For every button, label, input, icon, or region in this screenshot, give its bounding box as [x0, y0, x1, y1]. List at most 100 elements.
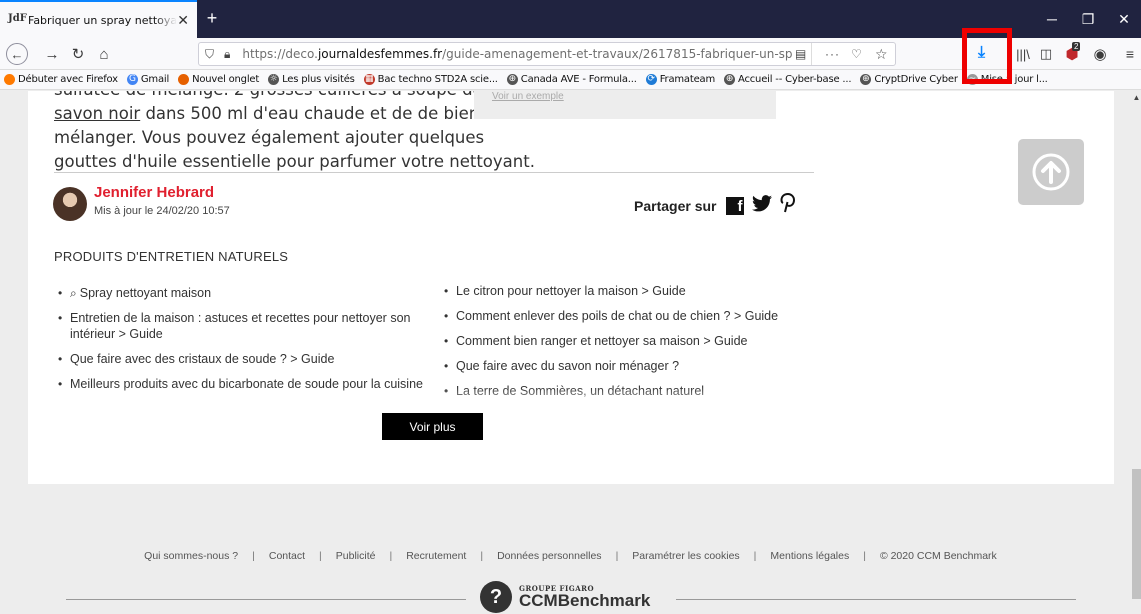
- author-name[interactable]: Jennifer Hebrard: [94, 184, 214, 201]
- restore-icon[interactable]: ❐: [1070, 0, 1106, 38]
- tab-active[interactable]: JdF Fabriquer un spray nettoyant ma ✕: [0, 0, 197, 38]
- footer-link[interactable]: Données personnelles: [497, 550, 602, 562]
- footer-separator: |: [389, 550, 393, 562]
- url-bar[interactable]: ⛉ 🔒︎ https://deco.journaldesfemmes.fr/gu…: [198, 42, 896, 66]
- bookmark-label: Gmail: [140, 74, 170, 85]
- scroll-to-top-button[interactable]: [1018, 139, 1084, 205]
- bookmark-favicon-icon: [178, 74, 190, 85]
- extension-badge: 2: [1072, 42, 1081, 51]
- list-item[interactable]: Le citron pour nettoyer la maison > Guid…: [440, 283, 820, 299]
- new-tab-button[interactable]: +: [203, 9, 221, 27]
- bookmark-item[interactable]: Nouvel onglet: [178, 74, 259, 85]
- footer-separator: |: [319, 550, 322, 562]
- shield-icon[interactable]: ⛉: [205, 47, 214, 62]
- bookmark-favicon-icon: ⊕: [724, 74, 735, 85]
- footer-link[interactable]: Recrutement: [406, 550, 466, 562]
- divider: [54, 172, 814, 173]
- bookmark-item[interactable]: ☼ Les plus visités: [268, 74, 355, 85]
- bookmark-favicon-icon: ▦: [363, 74, 375, 85]
- bookmark-item[interactable]: ⟳ Framateam: [645, 74, 715, 85]
- footer-link[interactable]: Qui sommes-nous ?: [144, 550, 238, 562]
- bookmark-item[interactable]: ⊕ Accueil -- Cyber-base ...: [724, 74, 852, 85]
- footer-separator: |: [480, 550, 484, 562]
- bookmark-label: Nouvel onglet: [192, 74, 260, 85]
- list-item[interactable]: Comment bien ranger et nettoyer sa maiso…: [440, 333, 820, 349]
- bookmark-favicon-icon: ⟳: [645, 74, 657, 85]
- ad-box: Voir un exemple: [474, 91, 776, 119]
- share-bar: Partager sur f: [634, 192, 804, 218]
- search-icon: ⌕: [70, 286, 77, 300]
- savon-noir-link[interactable]: savon noir: [54, 104, 140, 123]
- download-highlight-box: [962, 28, 1012, 84]
- article-line: gouttes d'huile essentielle pour parfume…: [54, 152, 535, 171]
- voir-plus-button[interactable]: Voir plus: [382, 413, 483, 440]
- twitter-icon[interactable]: [752, 194, 773, 217]
- footer-divider-left: [66, 599, 466, 600]
- reload-icon[interactable]: ↻: [68, 44, 88, 64]
- ccm-benchmark-logo[interactable]: ? GROUPE FIGARO CCMBenchmark: [480, 581, 650, 613]
- scroll-up-arrow-icon[interactable]: ▲: [1132, 93, 1141, 102]
- page-content: sulfatée de mélange. 2 grosses cuillères…: [0, 91, 1141, 614]
- logo-big-text: CCMBenchmark: [519, 591, 651, 610]
- bookmark-label: CryptDrive Cyber: [874, 74, 958, 85]
- arrow-up-icon: [1032, 153, 1070, 191]
- back-icon[interactable]: ←: [6, 43, 28, 65]
- close-window-icon[interactable]: ✕: [1106, 0, 1141, 38]
- footer-separator: |: [615, 550, 619, 562]
- lock-icon[interactable]: 🔒︎: [224, 47, 230, 62]
- ccm-logo-icon: ?: [480, 581, 512, 613]
- bookmark-favicon-icon: ☼: [268, 74, 280, 85]
- pinterest-icon[interactable]: [780, 192, 796, 218]
- bookmark-item[interactable]: G Gmail: [126, 74, 170, 85]
- facebook-icon[interactable]: f: [726, 196, 745, 215]
- bookmark-favicon-icon: G: [126, 74, 138, 85]
- share-label: Partager sur: [634, 197, 717, 214]
- library-icon[interactable]: |||\: [1013, 44, 1033, 64]
- list-item[interactable]: Entretien de la maison : astuces et rece…: [54, 310, 434, 342]
- footer-link[interactable]: © 2020 CCM Benchmark: [880, 550, 997, 562]
- bookmark-item[interactable]: ⊕ Canada AVE - Formula...: [506, 74, 637, 85]
- bookmark-item[interactable]: ▦ Bac techno STD2A scie...: [363, 74, 498, 85]
- download-icon[interactable]: ⤓: [978, 44, 985, 62]
- minimize-icon[interactable]: ─: [1034, 0, 1070, 38]
- pocket-icon[interactable]: ♡: [851, 47, 862, 61]
- bookmark-label: Canada AVE - Formula...: [520, 74, 637, 85]
- site-favicon-icon: JdF: [8, 13, 27, 24]
- footer-link[interactable]: Paramétrer les cookies: [632, 550, 739, 562]
- bookmark-item[interactable]: ⊕ CryptDrive Cyber: [860, 74, 958, 85]
- avatar: [53, 187, 87, 221]
- bookmark-label: Framateam: [659, 74, 715, 85]
- list-item[interactable]: Comment enlever des poils de chat ou de …: [440, 308, 820, 324]
- forward-icon[interactable]: →: [42, 44, 62, 64]
- footer-separator: |: [863, 550, 866, 562]
- home-icon[interactable]: ⌂: [94, 44, 114, 64]
- scrollbar[interactable]: ▲: [1132, 91, 1141, 614]
- tab-title: Fabriquer un spray nettoyant ma: [28, 13, 178, 27]
- related-section-title: PRODUITS D'ENTRETIEN NATURELS: [54, 249, 289, 264]
- close-tab-icon[interactable]: ✕: [177, 12, 189, 29]
- list-item[interactable]: Que faire avec des cristaux de soude ? >…: [54, 351, 434, 367]
- bookmark-star-icon[interactable]: ☆: [875, 46, 888, 63]
- ad-example-link[interactable]: Voir un exemple: [492, 91, 564, 102]
- extension-icon[interactable]: ⬢ 2: [1062, 42, 1082, 64]
- menu-icon[interactable]: ≡: [1120, 44, 1140, 64]
- account-icon[interactable]: ◉: [1090, 44, 1110, 64]
- list-item[interactable]: ⌕Spray nettoyant maison: [54, 285, 434, 301]
- reader-view-icon[interactable]: ▤: [795, 47, 806, 61]
- scrollbar-thumb[interactable]: [1132, 469, 1141, 599]
- list-item[interactable]: Que faire avec du savon noir ménager ?: [440, 358, 820, 374]
- footer-link[interactable]: Publicité: [336, 550, 376, 562]
- updated-date: Mis à jour le 24/02/20 10:57: [94, 205, 230, 217]
- footer-link[interactable]: Contact: [269, 550, 305, 562]
- footer-links: Qui sommes-nous ? | Contact | Publicité | Recr…: [0, 550, 1141, 562]
- bookmark-label: Les plus visités: [282, 74, 355, 85]
- sidebar-icon[interactable]: ◫: [1036, 44, 1056, 64]
- bookmark-item[interactable]: Débuter avec Firefox: [4, 74, 118, 85]
- url-text[interactable]: https://deco.journaldesfemmes.fr/guide-a…: [242, 47, 792, 61]
- article-line: mélanger. Vous pouvez également ajouter …: [54, 128, 485, 147]
- footer-link[interactable]: Mentions légales: [770, 550, 849, 562]
- bookmark-label: Accueil -- Cyber-base ...: [738, 74, 852, 85]
- bookmark-label: Bac techno STD2A scie...: [377, 74, 498, 85]
- page-actions-icon[interactable]: ···: [825, 47, 840, 61]
- related-list-left: ⌕Spray nettoyant maison Entretien de la …: [54, 285, 434, 401]
